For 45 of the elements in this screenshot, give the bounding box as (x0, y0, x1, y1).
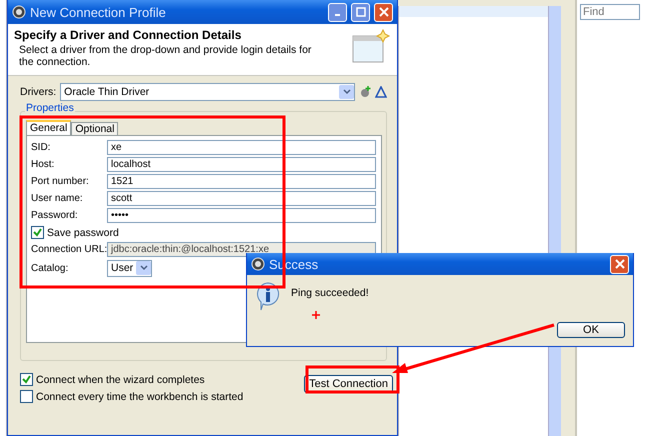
input-field[interactable]: ••••• (107, 208, 376, 223)
tab[interactable]: General (26, 120, 72, 135)
cross-mark (311, 310, 321, 320)
catalog-dropdown[interactable]: User (107, 260, 152, 276)
checkbox-label: Connect when the wizard completes (36, 374, 205, 386)
input-field[interactable]: xe (107, 140, 376, 155)
triangle-icon[interactable] (375, 86, 387, 98)
new-driver-icon[interactable] (359, 86, 371, 98)
field-label: Port number: (31, 176, 90, 187)
driver-dropdown[interactable]: Oracle Thin Driver (60, 83, 355, 101)
message-text: Ping succeeded! (291, 287, 369, 299)
page-description: Select a driver from the drop-down and provide login details for the connection. (18, 44, 312, 68)
close-button[interactable] (374, 2, 393, 22)
field-label: Password: (31, 210, 79, 221)
checkbox[interactable] (20, 373, 33, 386)
checkbox-label: Save password (47, 226, 119, 238)
caret-icon (140, 265, 148, 271)
input-field[interactable]: 1521 (107, 174, 376, 189)
page-heading: Specify a Driver and Connection Details (14, 28, 242, 42)
field-label: Connection URL: (31, 244, 107, 255)
field-label: SID: (31, 142, 52, 153)
maximize-button[interactable] (351, 2, 370, 22)
close-icon (378, 7, 388, 17)
ok-button[interactable]: OK (557, 322, 625, 338)
close-icon (614, 259, 624, 269)
minimize-button[interactable] (328, 2, 347, 22)
field-label: Host: (31, 159, 56, 170)
checkbox[interactable] (31, 226, 44, 239)
tab[interactable]: Optional (71, 122, 118, 135)
checkbox[interactable] (20, 390, 33, 403)
maximize-icon (356, 7, 366, 17)
drivers-label: Drivers: (20, 86, 56, 98)
checkbox-label: Connect every time the workbench is started (36, 390, 244, 402)
input-field[interactable]: scott (107, 191, 376, 206)
info-icon (255, 281, 281, 311)
field-label: Catalog: (31, 262, 70, 274)
window-title: New Connection Profile (30, 4, 167, 20)
gear-icon (251, 257, 265, 271)
input-field[interactable]: localhost (107, 157, 376, 172)
caret-icon (342, 89, 350, 95)
search-field[interactable]: Find (580, 4, 640, 20)
close-button[interactable] (610, 254, 629, 274)
gear-icon (12, 5, 26, 19)
group-label: Properties (25, 102, 75, 114)
field-label: User name: (31, 193, 84, 204)
